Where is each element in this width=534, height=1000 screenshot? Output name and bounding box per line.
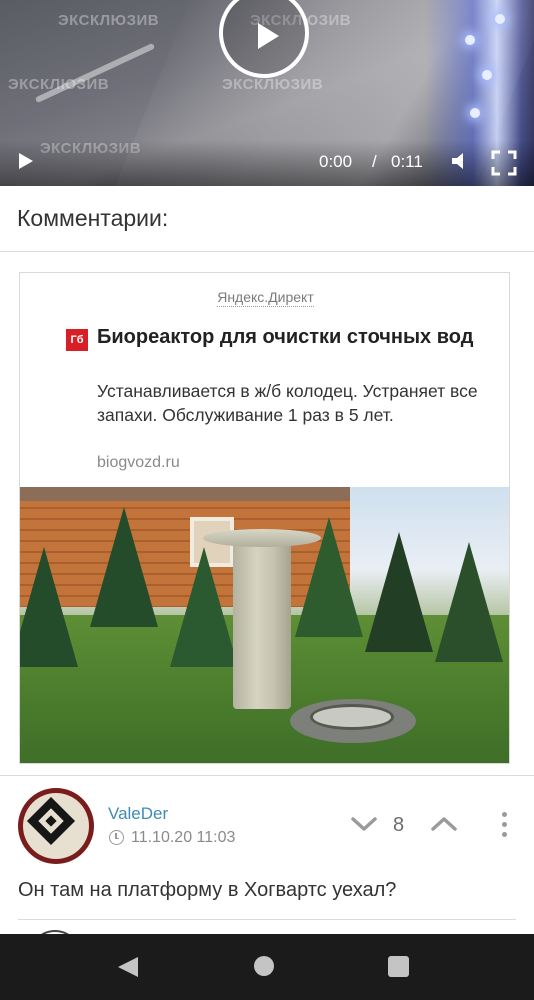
comment-date: 11.10.20 11:03 [131,829,236,846]
avatar[interactable] [18,788,94,864]
video-watermark: ЭКСКЛЮЗИВ [58,12,160,29]
dot-icon [502,822,507,827]
divider [0,775,534,776]
video-watermark: ЭКСКЛЮЗИВ [8,76,110,93]
ad-image-tree [20,547,78,667]
ad-description: Устанавливается в ж/б колодец. Устраняет… [97,381,478,425]
volume-icon[interactable] [451,152,469,170]
clock-icon [109,830,124,845]
video-frame-light [465,35,475,45]
ad-source-label[interactable]: Яндекс.Директ [20,289,511,307]
video-watermark: ЭКСКЛЮЗИВ [222,76,324,93]
comment-text: Он там на платформу в Хогвартс уехал? [18,879,397,901]
play-icon [258,23,279,49]
ad-image-hatch-inner [310,704,394,730]
video-frame-light [482,70,492,80]
video-duration: 0:11 [391,152,423,171]
ad-image-tree [170,547,238,667]
video-time-separator: / [372,152,377,171]
ad-image-roof [20,487,350,501]
ad-favicon-icon: Гб [66,329,88,351]
vote-down-button[interactable] [350,814,378,834]
ad-domain[interactable]: biogvozd.ru [97,454,180,472]
ad-image-bioreactor-lid [203,529,321,547]
video-current-time: 0:00 [319,152,353,171]
dot-icon [502,832,507,837]
back-icon[interactable] [116,955,140,979]
ad-image-tree [365,532,433,652]
recent-apps-icon[interactable] [388,956,409,977]
home-icon[interactable] [254,956,274,976]
play-icon[interactable] [18,152,34,170]
ad-card[interactable]: Яндекс.Директ Гб Биореактор для очистки … [19,272,510,764]
dot-icon [502,812,507,817]
more-options-button[interactable] [499,810,509,840]
comments-title: Комментарии: [17,205,169,231]
ad-image[interactable] [20,487,509,763]
video-frame-lane-marking [34,42,156,104]
ad-image-tree [90,507,158,627]
ad-image-tree [435,542,503,662]
comment-rating: 8 [393,814,405,836]
video-frame-light [495,14,505,24]
ad-title-link[interactable]: Биореактор для очистки сточных вод [97,324,497,350]
divider [18,919,516,920]
vote-up-button[interactable] [430,814,458,834]
fullscreen-icon[interactable] [491,150,517,176]
video-frame-light [470,108,480,118]
divider [0,251,534,252]
ad-source-text[interactable]: Яндекс.Директ [217,289,314,307]
ad-image-bioreactor [233,537,291,709]
comment-author-link[interactable]: ValeDer [108,804,168,824]
